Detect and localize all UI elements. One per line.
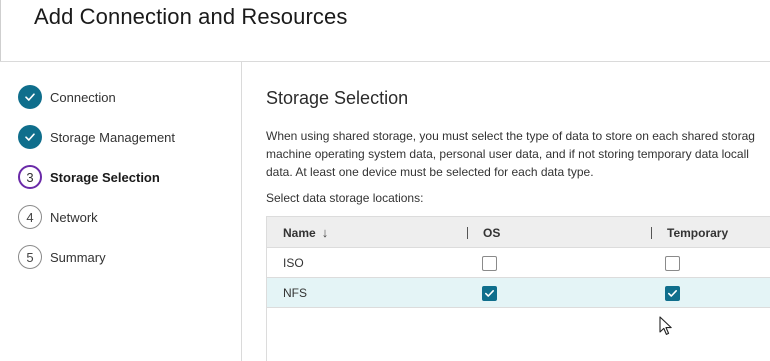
step-label: Storage Management [50,129,176,145]
column-header-label: Name [283,225,316,240]
step-storage-management[interactable]: Storage Management [18,125,233,149]
step-number: 3 [18,165,42,189]
column-separator[interactable] [651,227,652,239]
column-header-label: OS [483,225,501,240]
temporary-cell [665,248,680,278]
checkmark-icon [485,289,494,297]
step-number: 4 [18,205,42,229]
check-icon [18,85,42,109]
step-label: Network [50,209,98,225]
temporary-checkbox[interactable] [665,285,680,301]
wizard-steps-sidebar: Connection Storage Management 3 Storage … [0,62,242,361]
step-label: Storage Selection [50,169,160,185]
step-summary[interactable]: 5 Summary [18,245,233,269]
dialog-title: Add Connection and Resources [34,4,348,29]
column-header-name[interactable]: Name ↓ [283,217,328,248]
description-line: When using shared storage, you must sele… [266,129,755,143]
window-left-edge [0,0,1,66]
description-line: machine operating system data, personal … [266,147,749,161]
check-icon [18,125,42,149]
table-header: Name ↓ OS Temporary [267,216,770,248]
step-label: Connection [50,89,116,105]
description-text: When using shared storage, you must sele… [266,127,770,181]
column-separator[interactable] [467,227,468,239]
description-line: data. At least one device must be select… [266,165,594,179]
temporary-checkbox[interactable] [665,255,680,271]
section-title: Storage Selection [266,88,409,108]
table-row[interactable]: ISO [267,248,770,278]
table-row[interactable]: NFS [267,278,770,308]
os-checkbox[interactable] [482,255,497,271]
step-network[interactable]: 4 Network [18,205,233,229]
step-label: Summary [50,249,106,265]
checkmark-icon [668,289,677,297]
storage-locations-table: Name ↓ OS Temporary ISO NFS [266,216,770,361]
temporary-cell [665,278,680,308]
column-header-os[interactable]: OS [483,217,500,248]
select-storage-label: Select data storage locations: [266,191,424,205]
mouse-cursor-icon [659,316,672,335]
step-storage-selection[interactable]: 3 Storage Selection [18,165,233,189]
os-checkbox[interactable] [482,285,497,301]
storage-name-cell: ISO [283,256,304,270]
column-header-label: Temporary [667,225,729,240]
storage-name-cell: NFS [283,286,307,300]
os-cell [482,248,497,278]
os-cell [482,278,497,308]
arrow-down-icon: ↓ [321,225,329,240]
step-number: 5 [18,245,42,269]
step-connection[interactable]: Connection [18,85,233,109]
column-header-temporary[interactable]: Temporary [667,217,728,248]
